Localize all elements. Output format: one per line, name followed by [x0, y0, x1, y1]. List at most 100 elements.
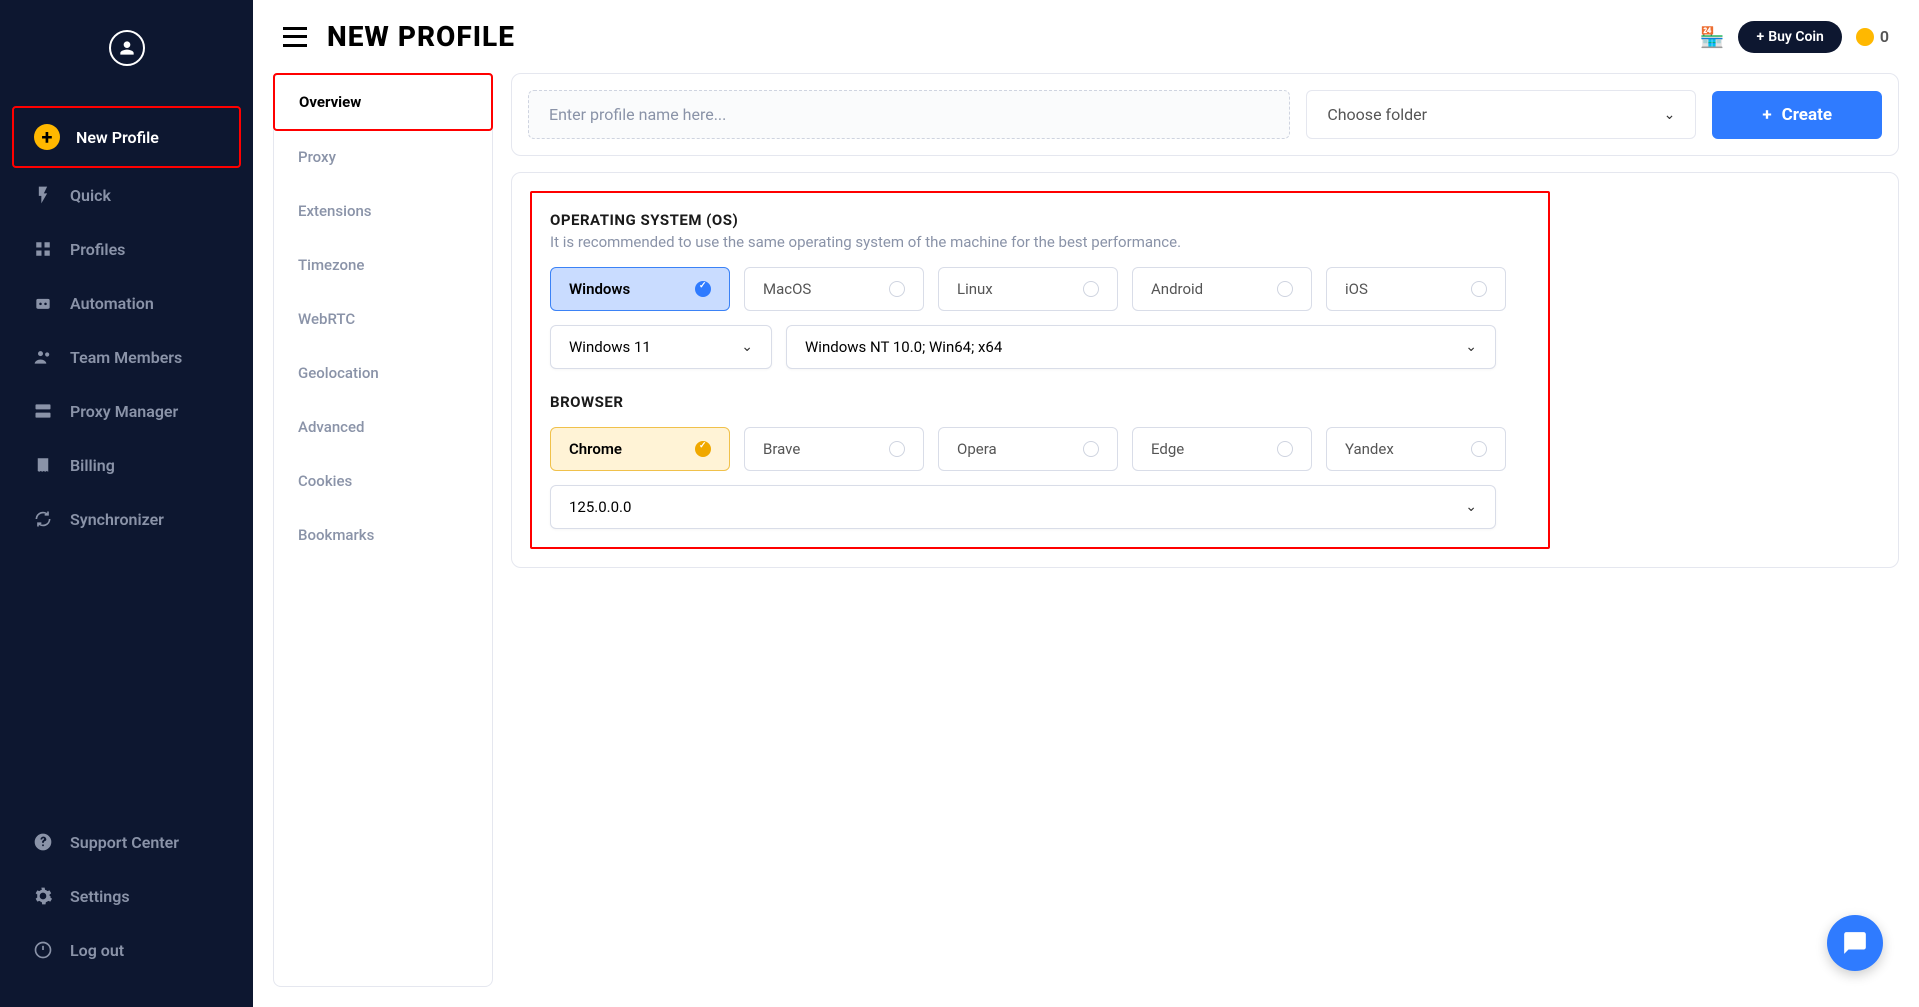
sidebar-item-profiles[interactable]: Profiles [12, 222, 241, 276]
subnav-item-bookmarks[interactable]: Bookmarks [274, 508, 492, 562]
option-label: MacOS [763, 280, 811, 298]
folder-select[interactable]: Choose folder ⌄ [1306, 90, 1696, 139]
browser-option-brave[interactable]: Brave [744, 427, 924, 471]
logout-icon [32, 939, 54, 961]
radio-icon [1471, 441, 1487, 457]
subnav-item-geolocation[interactable]: Geolocation [274, 346, 492, 400]
avatar[interactable] [0, 30, 253, 66]
os-option-ios[interactable]: iOS [1326, 267, 1506, 311]
option-label: Android [1151, 280, 1203, 298]
sidebar: + New Profile Quick Profiles Automation … [0, 0, 253, 1007]
sidebar-item-proxy-manager[interactable]: Proxy Manager [12, 384, 241, 438]
radio-icon [1277, 281, 1293, 297]
sidebar-item-label: Support Center [70, 833, 179, 852]
robot-icon [32, 292, 54, 314]
os-option-linux[interactable]: Linux [938, 267, 1118, 311]
option-label: Opera [957, 440, 997, 458]
sidebar-item-label: Settings [70, 887, 130, 906]
chevron-down-icon: ⌄ [1664, 107, 1676, 123]
users-icon [32, 346, 54, 368]
sidebar-item-label: Team Members [70, 348, 182, 367]
chat-fab[interactable] [1827, 915, 1883, 971]
radio-icon [1083, 281, 1099, 297]
sidebar-item-label: Log out [70, 941, 124, 960]
subnav-item-advanced[interactable]: Advanced [274, 400, 492, 454]
main: NEW PROFILE 🏪 + Buy Coin 0 Overview Prox… [253, 0, 1919, 1007]
subnav-item-timezone[interactable]: Timezone [274, 238, 492, 292]
create-button[interactable]: + Create [1712, 91, 1882, 139]
option-label: Brave [763, 440, 800, 458]
sidebar-item-label: New Profile [76, 128, 159, 147]
profile-name-input[interactable] [528, 90, 1290, 139]
page-title: NEW PROFILE [327, 20, 515, 53]
sidebar-item-quick[interactable]: Quick [12, 168, 241, 222]
os-section-title: OPERATING SYSTEM (OS) [550, 211, 1530, 229]
browser-option-edge[interactable]: Edge [1132, 427, 1312, 471]
check-icon [695, 281, 711, 297]
sidebar-item-support[interactable]: Support Center [12, 815, 241, 869]
buy-coin-button[interactable]: + Buy Coin [1738, 21, 1841, 53]
option-label: Edge [1151, 440, 1184, 458]
sidebar-item-synchronizer[interactable]: Synchronizer [12, 492, 241, 546]
chevron-down-icon: ⌄ [1465, 499, 1477, 515]
browser-option-opera[interactable]: Opera [938, 427, 1118, 471]
chat-icon [1842, 930, 1868, 956]
radio-icon [889, 441, 905, 457]
sidebar-item-logout[interactable]: Log out [12, 923, 241, 977]
sidebar-item-label: Synchronizer [70, 510, 164, 529]
subnav-item-overview[interactable]: Overview [273, 73, 493, 131]
hamburger-icon[interactable] [283, 27, 307, 47]
subnav-item-proxy[interactable]: Proxy [274, 130, 492, 184]
radio-icon [889, 281, 905, 297]
os-option-macos[interactable]: MacOS [744, 267, 924, 311]
os-section-hint: It is recommended to use the same operat… [550, 233, 1530, 251]
os-option-windows[interactable]: Windows [550, 267, 730, 311]
option-label: Yandex [1345, 440, 1394, 458]
sidebar-item-new-profile[interactable]: + New Profile [12, 106, 241, 168]
radio-icon [1277, 441, 1293, 457]
browser-section-title: BROWSER [550, 393, 1530, 411]
os-useragent-dropdown[interactable]: Windows NT 10.0; Win64; x64 ⌄ [786, 325, 1496, 369]
option-label: Chrome [569, 440, 622, 458]
sidebar-item-team-members[interactable]: Team Members [12, 330, 241, 384]
os-version-dropdown[interactable]: Windows 11 ⌄ [550, 325, 772, 369]
chevron-down-icon: ⌄ [741, 339, 753, 355]
sidebar-item-label: Automation [70, 294, 154, 313]
buy-coin-label: Buy Coin [1768, 29, 1824, 45]
option-label: Windows [569, 280, 630, 298]
browser-version-dropdown[interactable]: 125.0.0.0 ⌄ [550, 485, 1496, 529]
browser-option-yandex[interactable]: Yandex [1326, 427, 1506, 471]
coin-count-value: 0 [1880, 27, 1889, 46]
dropdown-value: 125.0.0.0 [569, 498, 631, 516]
os-option-android[interactable]: Android [1132, 267, 1312, 311]
option-label: iOS [1345, 280, 1368, 298]
coin-icon [1856, 28, 1874, 46]
radio-icon [1083, 441, 1099, 457]
receipt-icon [32, 454, 54, 476]
plus-icon: + [34, 124, 60, 150]
subnav-item-cookies[interactable]: Cookies [274, 454, 492, 508]
sidebar-item-billing[interactable]: Billing [12, 438, 241, 492]
plus-icon: + [1762, 105, 1771, 125]
topbar: NEW PROFILE 🏪 + Buy Coin 0 [253, 0, 1919, 73]
top-inputs: Choose folder ⌄ + Create [511, 73, 1899, 156]
create-label: Create [1782, 105, 1832, 125]
sidebar-item-settings[interactable]: Settings [12, 869, 241, 923]
bolt-icon [32, 184, 54, 206]
os-options: Windows MacOS Linux Android [550, 267, 1530, 311]
sidebar-item-label: Profiles [70, 240, 125, 259]
sidebar-item-automation[interactable]: Automation [12, 276, 241, 330]
store-icon[interactable]: 🏪 [1700, 25, 1725, 49]
subnav-item-webrtc[interactable]: WebRTC [274, 292, 492, 346]
support-icon [32, 831, 54, 853]
dropdown-value: Windows NT 10.0; Win64; x64 [805, 338, 1002, 356]
subnav: Overview Proxy Extensions Timezone WebRT… [273, 73, 493, 987]
folder-select-label: Choose folder [1327, 105, 1427, 124]
dropdown-value: Windows 11 [569, 338, 651, 356]
gear-icon [32, 885, 54, 907]
settings-panel: OPERATING SYSTEM (OS) It is recommended … [511, 172, 1899, 568]
browser-option-chrome[interactable]: Chrome [550, 427, 730, 471]
subnav-item-extensions[interactable]: Extensions [274, 184, 492, 238]
server-icon [32, 400, 54, 422]
grid-icon [32, 238, 54, 260]
